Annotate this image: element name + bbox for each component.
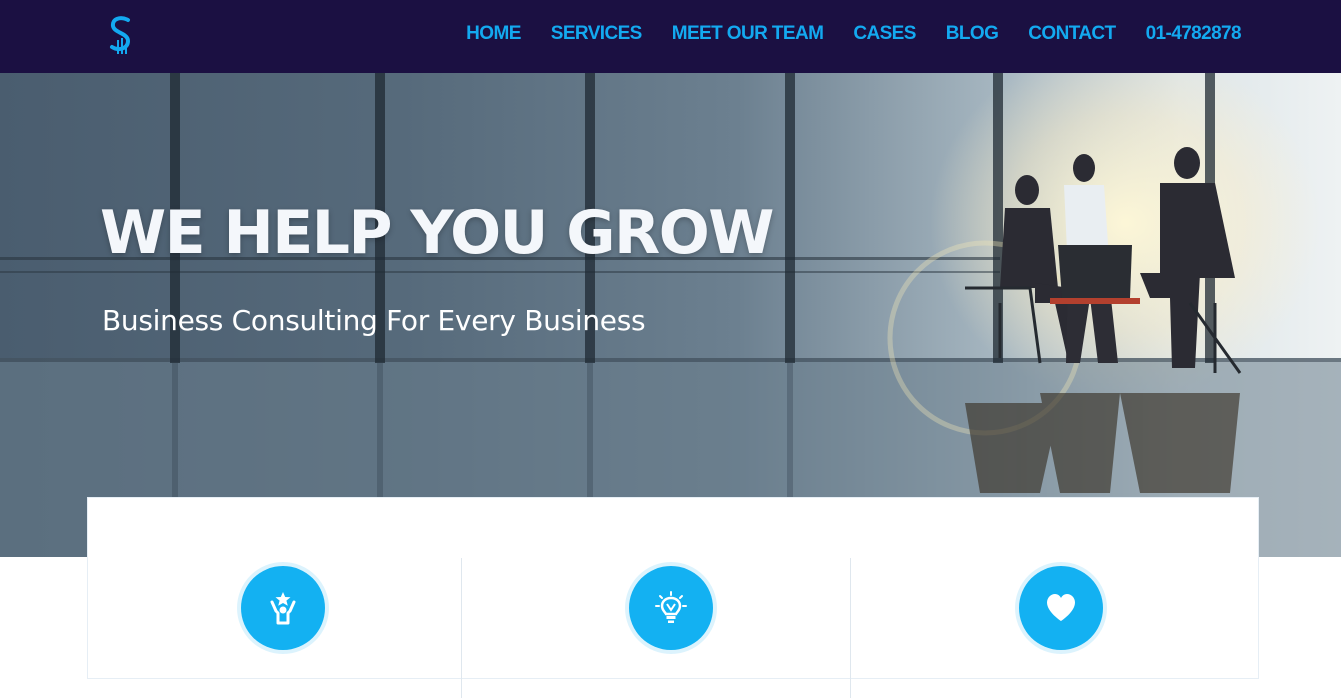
feature-item-idea[interactable] — [629, 566, 713, 650]
top-navbar: HOME SERVICES MEET OUR TEAM CASES BLOG C… — [0, 0, 1341, 73]
feature-divider — [850, 558, 851, 698]
nav-blog[interactable]: BLOG — [946, 23, 999, 45]
lightbulb-idea-icon — [655, 591, 687, 623]
feature-item-winner[interactable] — [241, 566, 325, 650]
feature-divider — [461, 558, 462, 698]
hero-subtitle: Business Consulting For Every Business — [102, 304, 646, 337]
nav-cases[interactable]: CASES — [853, 23, 916, 45]
nav-meet-our-team[interactable]: MEET OUR TEAM — [672, 23, 824, 45]
main-nav: HOME SERVICES MEET OUR TEAM CASES BLOG C… — [466, 0, 1241, 68]
winner-person-icon — [270, 592, 296, 625]
s-logo-icon — [110, 16, 131, 54]
features-card — [87, 497, 1259, 698]
hero-title: WE HELP YOU GROW — [100, 198, 774, 268]
nav-phone[interactable]: 01-4782878 — [1146, 23, 1242, 45]
hero-banner: WE HELP YOU GROW Business Consulting For… — [0, 73, 1341, 557]
nav-home[interactable]: HOME — [466, 23, 521, 45]
feature-item-care[interactable] — [1019, 566, 1103, 650]
nav-services[interactable]: SERVICES — [551, 23, 643, 45]
nav-contact[interactable]: CONTACT — [1028, 23, 1116, 45]
site-logo[interactable] — [106, 14, 136, 58]
heart-icon — [1047, 594, 1075, 621]
